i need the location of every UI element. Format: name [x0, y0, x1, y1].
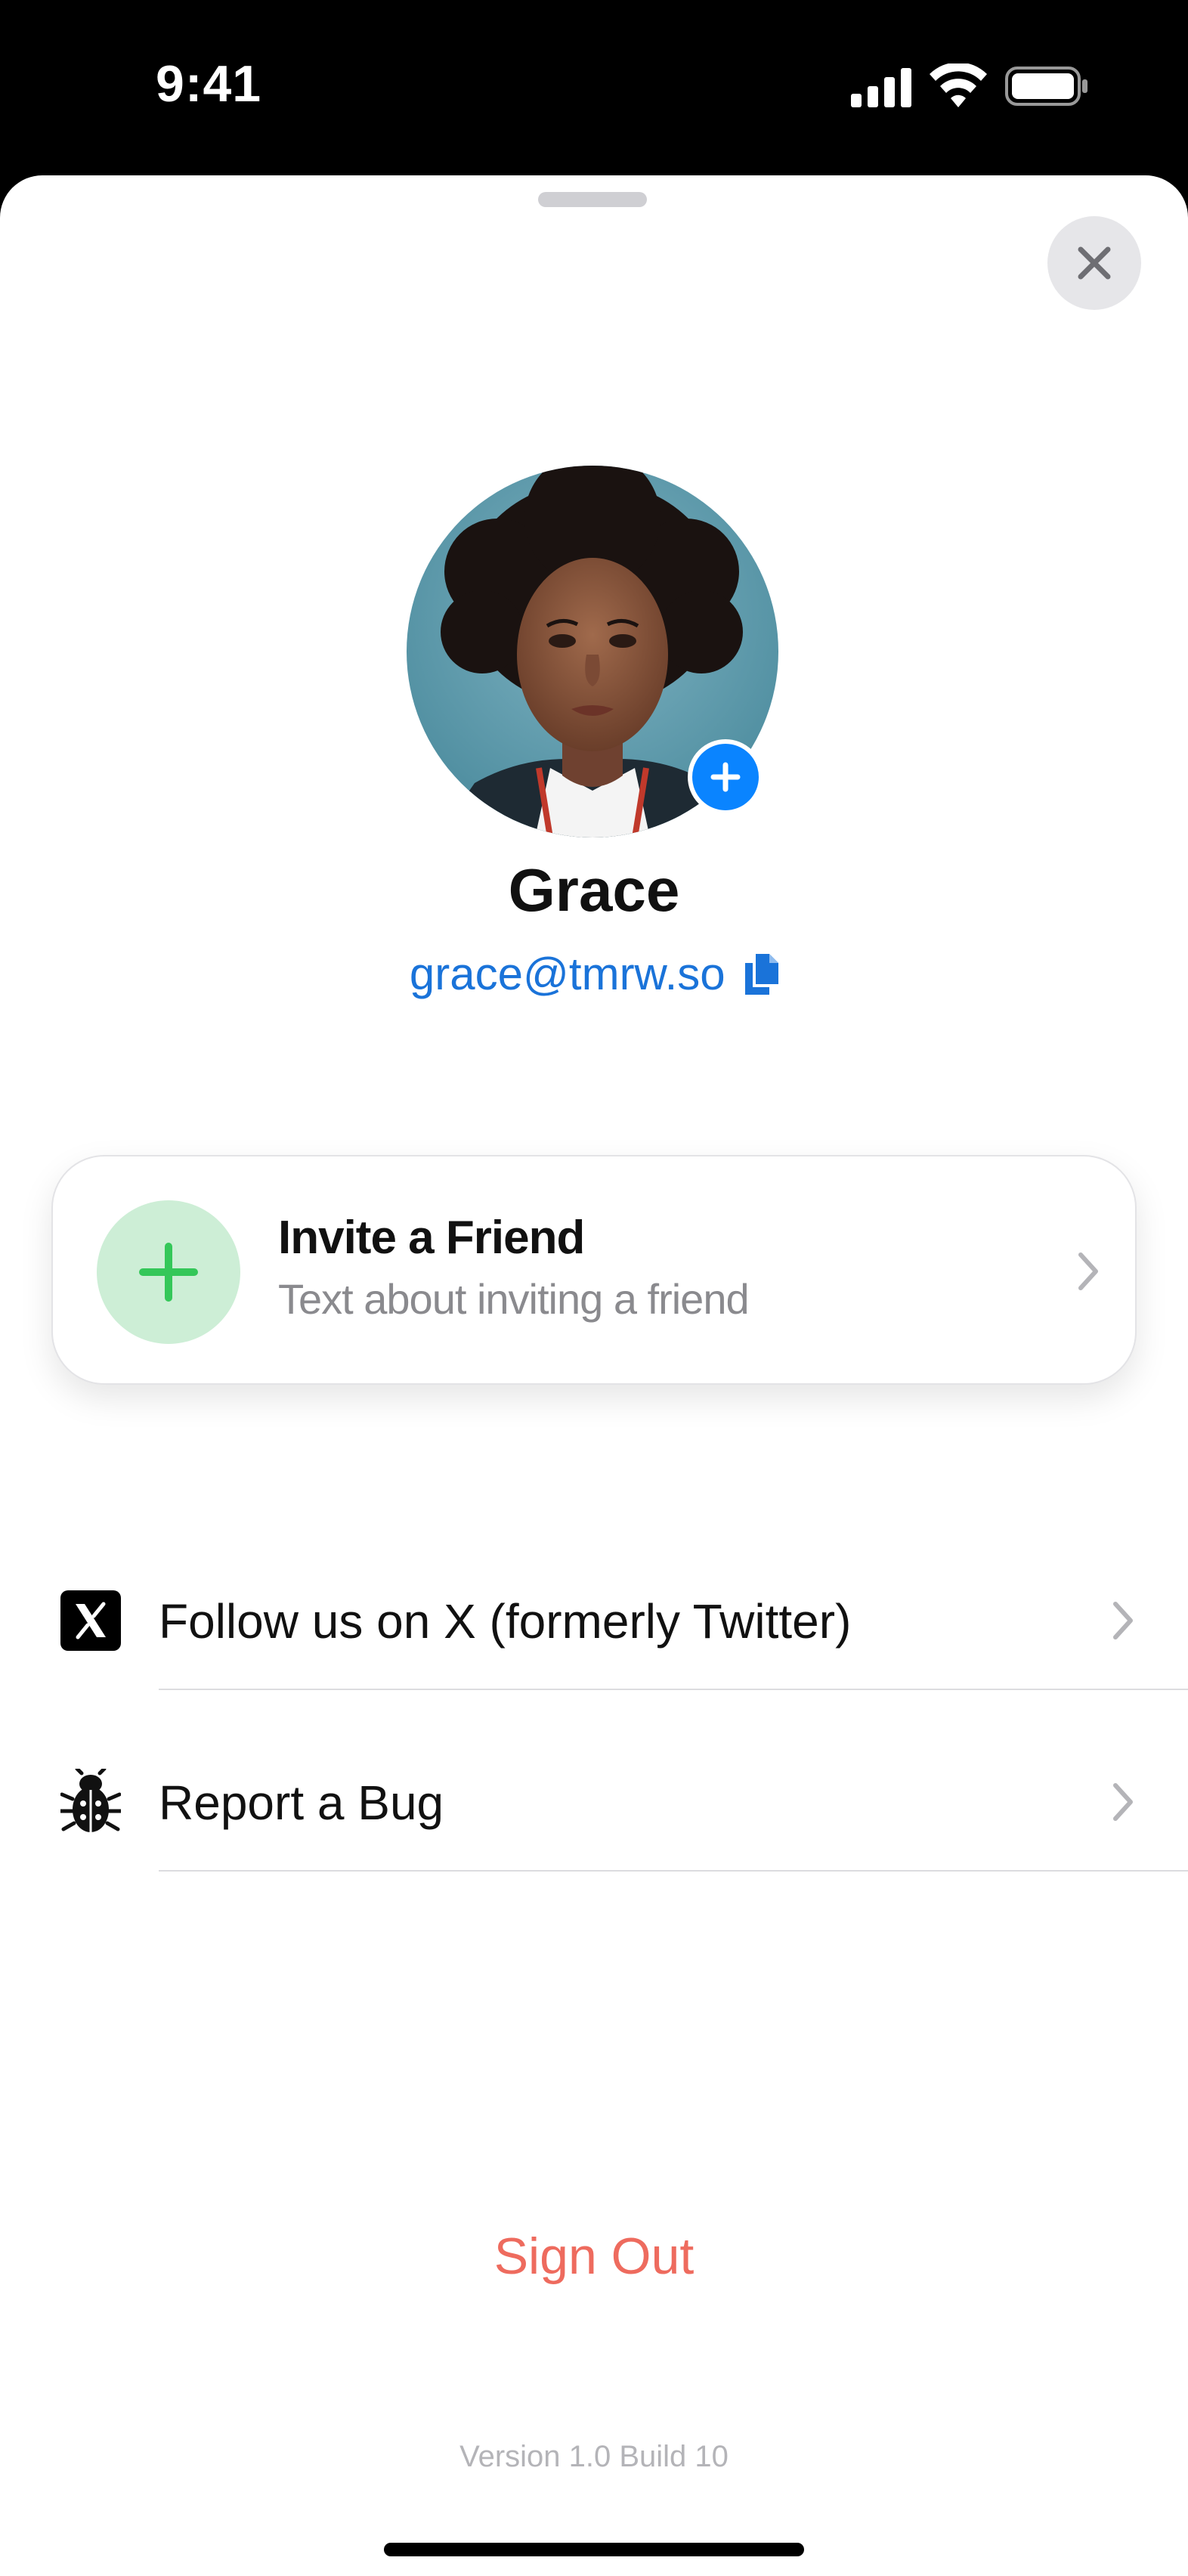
add-photo-button[interactable]	[688, 739, 763, 815]
close-button[interactable]	[1047, 216, 1141, 310]
invite-icon-circle	[97, 1200, 240, 1344]
menu-item-report-bug[interactable]: Report a Bug	[0, 1769, 1188, 1953]
invite-friend-card[interactable]: Invite a Friend Text about inviting a fr…	[51, 1155, 1137, 1385]
email-row[interactable]: grace@tmrw.so	[0, 948, 1188, 1000]
cellular-signal-icon	[851, 68, 911, 107]
close-icon	[1078, 246, 1111, 280]
divider	[159, 1870, 1188, 1872]
sign-out-button[interactable]: Sign Out	[0, 2227, 1188, 2286]
menu-item-follow-x[interactable]: Follow us on X (formerly Twitter)	[0, 1590, 1188, 1772]
status-bar: 9:41	[0, 0, 1188, 175]
invite-title: Invite a Friend	[278, 1212, 585, 1264]
battery-icon	[1005, 67, 1087, 106]
chevron-right-icon	[1113, 1602, 1133, 1639]
profile-sheet: Grace grace@tmrw.so Invite a Friend Text…	[0, 175, 1188, 2576]
chevron-right-icon	[1078, 1252, 1098, 1290]
chevron-right-icon	[1113, 1783, 1133, 1821]
invite-subtitle: Text about inviting a friend	[278, 1275, 750, 1323]
home-indicator[interactable]	[384, 2543, 804, 2556]
sheet-grabber[interactable]	[538, 192, 647, 207]
menu-item-label: Report a Bug	[159, 1776, 444, 1830]
menu-item-label: Follow us on X (formerly Twitter)	[159, 1594, 852, 1649]
copy-icon[interactable]	[745, 953, 779, 995]
version-label: Version 1.0 Build 10	[459, 2440, 729, 2473]
bug-icon	[60, 1769, 121, 1832]
plus-icon	[139, 1243, 198, 1302]
status-time: 9:41	[156, 55, 262, 113]
divider	[159, 1689, 1188, 1690]
wifi-icon	[930, 63, 987, 107]
profile-name: Grace	[508, 856, 680, 924]
x-logo-icon	[60, 1590, 121, 1651]
plus-icon	[710, 762, 741, 792]
profile-email[interactable]: grace@tmrw.so	[410, 949, 725, 999]
